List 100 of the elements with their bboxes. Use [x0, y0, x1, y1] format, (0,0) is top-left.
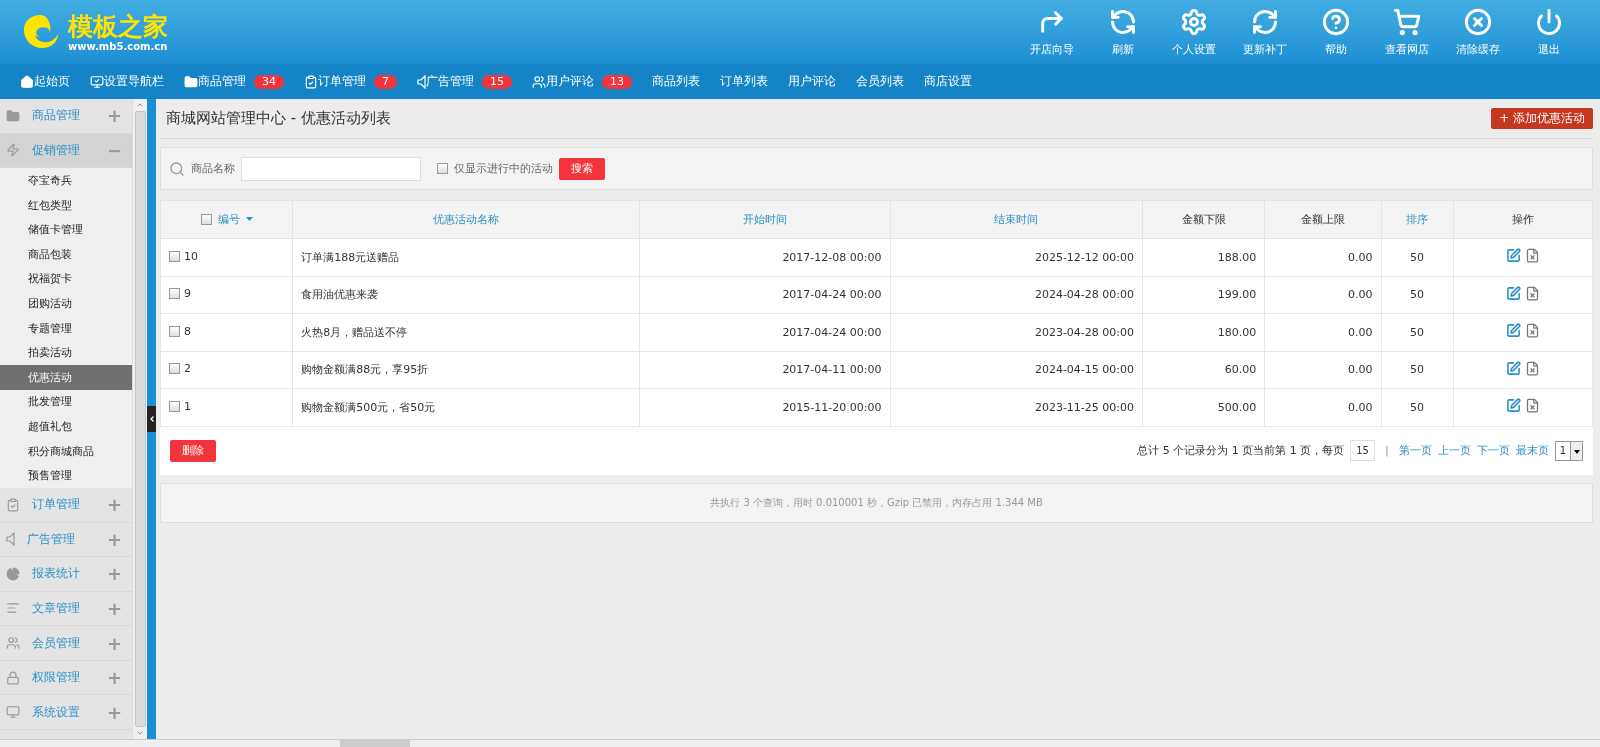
nav-link[interactable]: 订单管理 — [318, 73, 366, 90]
users-icon — [6, 636, 20, 651]
checkbox[interactable] — [169, 325, 180, 337]
sidebar-item[interactable]: 超值礼包 — [0, 414, 132, 439]
table-cell: 食用油优惠来袭 — [292, 276, 640, 314]
toolbar-button[interactable]: 个人设置 — [1158, 0, 1229, 64]
sidebar-group[interactable]: 促销管理 − — [0, 133, 132, 169]
row-id: 9 — [184, 287, 191, 301]
nav-link[interactable]: 用户评论 — [788, 73, 836, 90]
nav-link[interactable]: 商品列表 — [652, 73, 700, 90]
table-cell: 2017-04-24 00:00 — [639, 276, 890, 314]
page-link[interactable]: 第一页 — [1398, 443, 1432, 458]
edit-icon[interactable] — [1505, 360, 1521, 376]
column-header[interactable]: 优惠活动名称 — [292, 200, 640, 239]
toolbar-button[interactable]: 刷新 — [1087, 0, 1158, 64]
column-header[interactable]: 排序 — [1381, 200, 1454, 239]
table-cell: 50 — [1381, 313, 1454, 351]
page-link[interactable]: 下一页 — [1476, 443, 1510, 458]
checkbox[interactable] — [169, 288, 180, 300]
checkbox[interactable] — [169, 250, 180, 262]
delete-file-icon[interactable] — [1524, 360, 1540, 376]
nav-link[interactable]: 广告管理 — [426, 73, 474, 90]
page-size-field[interactable]: 15 — [1350, 440, 1375, 461]
nav-link[interactable]: 订单列表 — [720, 73, 768, 90]
expand-sign: + — [106, 563, 122, 585]
row-id: 8 — [184, 324, 191, 338]
sidebar-item[interactable]: 批发管理 — [0, 389, 132, 415]
sidebar-item[interactable]: 拍卖活动 — [0, 340, 132, 365]
column-label[interactable]: 编号 — [217, 211, 240, 227]
nav-link[interactable]: 商店设置 — [924, 73, 972, 90]
delete-file-icon[interactable] — [1524, 398, 1540, 414]
scrollbar[interactable] — [132, 99, 147, 739]
sidebar-item[interactable]: 团购活动 — [0, 291, 132, 316]
expand-sign: + — [106, 528, 122, 550]
search-field[interactable] — [241, 156, 421, 181]
delete-button[interactable]: 删除 — [170, 439, 216, 462]
column-header[interactable]: 开始时间 — [639, 200, 890, 239]
power-icon — [1534, 7, 1563, 36]
sidebar-item[interactable]: 积分商城商品 — [0, 438, 132, 464]
logo-text: 模板之家 — [68, 12, 168, 41]
nav-link[interactable]: 起始页 — [34, 73, 70, 90]
sidebar-item[interactable]: 储值卡管理 — [0, 217, 132, 242]
row-id: 10 — [184, 249, 198, 263]
refresh-icon — [1250, 7, 1279, 36]
table-cell: 火热8月，赠品送不停 — [292, 313, 640, 351]
group-label: 广告管理 — [27, 530, 76, 548]
nav-link[interactable]: 会员列表 — [856, 73, 904, 90]
page-link[interactable]: 上一页 — [1437, 443, 1471, 458]
delete-file-icon[interactable] — [1524, 323, 1540, 339]
table-cell: 2025-12-12 00:00 — [890, 238, 1143, 276]
table-cell: 2023-04-28 00:00 — [890, 313, 1143, 351]
column-header[interactable]: 编号 — [160, 200, 293, 239]
checkbox[interactable] — [169, 363, 180, 375]
toolbar-button[interactable]: 退出 — [1513, 0, 1584, 64]
refresh-icon — [1108, 7, 1137, 36]
group-label: 权限管理 — [32, 669, 81, 687]
column-header: 操作 — [1453, 200, 1593, 239]
scroll-down-icon[interactable] — [136, 729, 144, 737]
delete-file-icon[interactable] — [1524, 248, 1540, 264]
page-select[interactable]: 1 — [1554, 440, 1583, 461]
nav-link[interactable]: 设置导航栏 — [104, 73, 164, 90]
toolbar-button[interactable]: 查看网店 — [1371, 0, 1442, 64]
column-header[interactable]: 结束时间 — [890, 200, 1143, 239]
search-button[interactable]: 搜索 — [559, 157, 605, 180]
page-link[interactable]: 最末页 — [1515, 443, 1549, 458]
checkbox[interactable] — [169, 400, 180, 412]
delete-file-icon[interactable] — [1524, 285, 1540, 301]
add-button[interactable]: + 添加优惠活动 — [1491, 108, 1593, 129]
checkbox[interactable] — [200, 213, 212, 225]
edit-icon[interactable] — [1505, 323, 1521, 339]
toolbar-button[interactable]: 帮助 — [1300, 0, 1371, 64]
scroll-thumb[interactable] — [340, 740, 410, 747]
row-id: 2 — [184, 362, 191, 376]
edit-icon[interactable] — [1505, 248, 1521, 264]
group-label: 系统设置 — [32, 703, 81, 721]
caret-icon — [245, 217, 253, 221]
checkbox[interactable] — [437, 163, 448, 174]
collapse-toggle[interactable] — [147, 406, 156, 432]
table-cell: 50 — [1381, 351, 1454, 389]
sidebar-item[interactable]: 祝福贺卡 — [0, 266, 132, 292]
sidebar-item[interactable]: 优惠活动 — [0, 364, 132, 390]
group-label: 促销管理 — [32, 141, 81, 159]
sidebar-item[interactable]: 商品包装 — [0, 241, 132, 267]
toolbar-button[interactable]: 开店向导 — [1016, 0, 1087, 64]
scroll-up-icon[interactable] — [136, 101, 144, 109]
edit-icon[interactable] — [1505, 398, 1521, 414]
edit-icon[interactable] — [1505, 285, 1521, 301]
table-cell: 2015-11-20 00:00 — [639, 388, 890, 426]
sidebar-item[interactable]: 预售管理 — [0, 463, 132, 488]
sidebar-item[interactable]: 红包类型 — [0, 192, 132, 218]
table-cell: 50 — [1381, 238, 1454, 276]
nav-link[interactable]: 用户评论 — [546, 73, 594, 90]
toolbar-button[interactable]: 清除缓存 — [1442, 0, 1513, 64]
table-cell: 购物金额满88元，享95折 — [292, 351, 640, 389]
toolbar-button[interactable]: 更新补丁 — [1229, 0, 1300, 64]
nav-link[interactable]: 商品管理 — [198, 73, 246, 90]
sidebar-item[interactable]: 夺宝奇兵 — [0, 168, 132, 193]
scroll-thumb[interactable] — [134, 111, 146, 727]
sidebar-item[interactable]: 专题管理 — [0, 315, 132, 341]
folder-icon — [184, 74, 198, 89]
